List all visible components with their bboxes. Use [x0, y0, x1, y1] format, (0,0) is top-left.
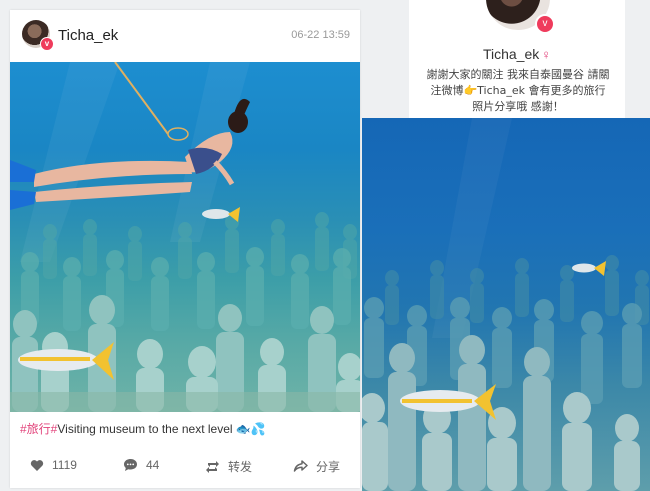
enlarged-photo[interactable]: [362, 118, 650, 491]
username[interactable]: Ticha_ek: [58, 27, 118, 44]
repost-label: 转发: [228, 460, 253, 474]
post-card: v Ticha_ek 06-22 13:59 #旅行#Visiting muse…: [10, 10, 360, 488]
post-header: v Ticha_ek 06-22 13:59: [10, 10, 360, 62]
caption-emoji: 🐟💦: [235, 422, 266, 436]
bio-line-2-start: 注微博: [430, 84, 464, 97]
share-label: 分享: [316, 460, 341, 474]
bio-line-1: 謝謝大家的關注 我來自泰國曼谷 請關: [426, 68, 610, 81]
profile-username[interactable]: Ticha_ek: [483, 46, 539, 62]
share-button[interactable]: 分享: [293, 458, 340, 475]
post-timestamp[interactable]: 06-22 13:59: [291, 29, 350, 41]
caption-text: Visiting museum to the next level: [57, 422, 233, 436]
comment-count: 44: [146, 458, 160, 472]
comment-icon: [124, 459, 137, 471]
bio-line-2: 注微博👉Ticha_ek 會有更多的旅行: [415, 83, 621, 99]
verified-badge-icon: v: [535, 14, 555, 34]
user-avatar[interactable]: v: [22, 20, 54, 51]
underwater-sculptures-closeup-image: [362, 118, 649, 491]
heart-icon: [30, 459, 44, 471]
bio-line-3: 照片分享哦 感謝！: [472, 100, 564, 113]
female-icon: ♀: [541, 47, 552, 62]
post-actions-bar: 1119 44 转发 分享: [10, 454, 360, 482]
pointing-hand-icon: 👉: [463, 84, 478, 97]
underwater-sculptures-image: [10, 62, 360, 412]
like-button[interactable]: 1119: [30, 458, 77, 472]
profile-name: Ticha_ek ♀: [409, 46, 625, 62]
like-count: 1119: [52, 458, 77, 472]
repost-icon: [206, 460, 219, 473]
share-icon: [293, 459, 308, 472]
profile-bio: 謝謝大家的關注 我來自泰國曼谷 請關 注微博👉Ticha_ek 會有更多的旅行 …: [415, 67, 621, 115]
verified-badge-icon: v: [40, 37, 54, 51]
profile-card: v Ticha_ek ♀ 謝謝大家的關注 我來自泰國曼谷 請關 注微博👉Ticha…: [409, 0, 625, 118]
repost-button[interactable]: 转发: [205, 458, 252, 475]
bio-line-2-end: Ticha_ek 會有更多的旅行: [477, 84, 606, 97]
post-caption: #旅行#Visiting museum to the next level 🐟💦: [20, 420, 266, 437]
hashtag-link[interactable]: #旅行#: [20, 422, 57, 436]
comment-button[interactable]: 44: [123, 458, 159, 472]
post-photo[interactable]: [10, 62, 360, 412]
